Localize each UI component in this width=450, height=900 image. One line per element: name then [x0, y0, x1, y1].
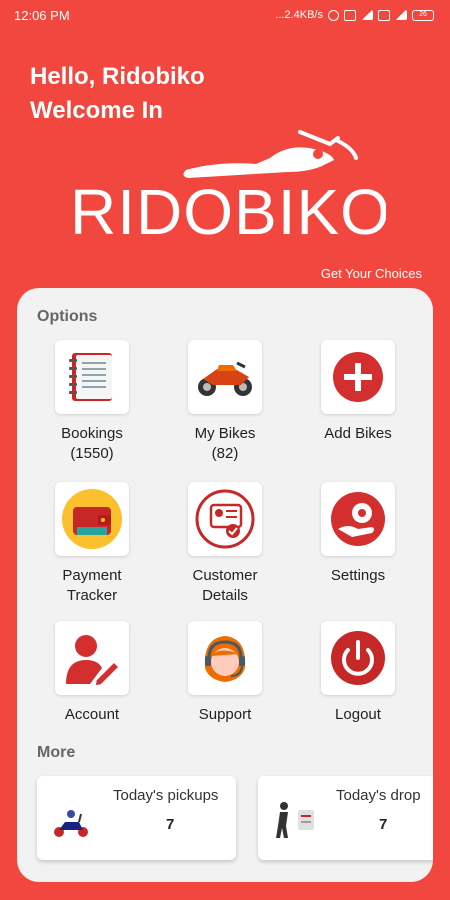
my-bikes-count: (82) — [211, 445, 239, 462]
customer-id-icon — [195, 489, 255, 549]
options-card: Options Bookings (1550) My Bikes (82) Ad… — [17, 288, 433, 882]
status-bar: 12:06 PM ...2.4KB/s 26 — [0, 0, 450, 30]
customer-label-text: Customer — [192, 567, 258, 584]
signal2-icon — [395, 10, 407, 20]
my-bikes-label-text: My Bikes — [194, 425, 256, 442]
scooter-rider-icon — [54, 810, 88, 837]
customer-details-option[interactable]: Customer Details — [160, 482, 290, 606]
account-option[interactable]: Account — [27, 621, 157, 725]
plus-circle-icon — [333, 352, 383, 402]
wallet-icon — [62, 489, 122, 549]
notebook-icon — [69, 353, 112, 401]
options-title: Options — [37, 308, 98, 325]
details-label-text: Details — [202, 587, 248, 604]
pickups-title: Today's pickups — [113, 787, 219, 804]
signal-icon — [361, 10, 373, 20]
bookings-label: Bookings (1550) — [27, 424, 157, 464]
todays-pickups-card[interactable]: Today's pickups 7 — [37, 776, 236, 860]
payment-tracker-tile[interactable] — [55, 482, 129, 556]
add-bikes-option[interactable]: Add Bikes — [293, 340, 423, 444]
motorbike-icon — [198, 361, 252, 396]
bookings-tile[interactable] — [55, 340, 129, 414]
payment-tracker-label: Payment Tracker — [27, 566, 157, 606]
settings-option[interactable]: Settings — [293, 482, 423, 586]
logout-option[interactable]: Logout — [293, 621, 423, 725]
ridobiko-logo: RIDOBIKO — [70, 130, 386, 243]
pickups-count: 7 — [166, 816, 175, 833]
greeting-block: Hello, Ridobiko Welcome In — [30, 60, 205, 128]
battery-icon: 26 — [412, 9, 434, 21]
settings-label: Settings — [330, 567, 386, 584]
my-bikes-label: My Bikes (82) — [160, 424, 290, 464]
brand-text: RIDOBIKO — [70, 176, 386, 243]
settings-tile[interactable] — [321, 482, 395, 556]
support-tile[interactable] — [188, 621, 262, 695]
person-drop-icon — [276, 802, 314, 838]
more-title: More — [37, 744, 76, 761]
alarm-icon — [328, 9, 339, 21]
logout-label: Logout — [335, 706, 381, 723]
bookings-label-text: Bookings — [61, 425, 123, 442]
customer-details-label: Customer Details — [160, 566, 290, 606]
drop-count: 7 — [379, 816, 388, 833]
support-label: Support — [198, 706, 252, 723]
account-label: Account — [64, 706, 120, 723]
bookings-count: (1550) — [70, 445, 114, 462]
add-bikes-label: Add Bikes — [324, 425, 392, 442]
status-time: 12:06 PM — [14, 7, 70, 23]
payment-tracker-option[interactable]: Payment Tracker — [27, 482, 157, 606]
support-option[interactable]: Support — [160, 621, 290, 725]
logout-tile[interactable] — [321, 621, 395, 695]
tracker-label-text: Tracker — [66, 587, 118, 604]
power-icon — [331, 631, 385, 685]
bookings-option[interactable]: Bookings (1550) — [27, 340, 157, 464]
sim2-icon — [378, 9, 390, 21]
add-bikes-tile[interactable] — [321, 340, 395, 414]
my-bikes-option[interactable]: My Bikes (82) — [160, 340, 290, 464]
tagline[interactable]: Get Your Choices — [321, 266, 422, 281]
sim-icon — [344, 9, 356, 21]
account-edit-icon — [66, 635, 121, 687]
status-icons: ...2.4KB/s 26 — [275, 9, 434, 21]
welcome-text: Welcome In — [30, 97, 163, 124]
network-speed: ...2.4KB/s — [275, 9, 323, 21]
headset-agent-icon — [204, 636, 246, 682]
customer-details-tile[interactable] — [188, 482, 262, 556]
payment-label-text: Payment — [62, 567, 122, 584]
account-tile[interactable] — [55, 621, 129, 695]
settings-hand-icon — [331, 492, 385, 546]
drop-title: Today's drop — [336, 787, 421, 804]
my-bikes-tile[interactable] — [188, 340, 262, 414]
greeting-text: Hello, Ridobiko — [30, 63, 205, 90]
todays-drop-card[interactable]: Today's drop 7 — [258, 776, 433, 860]
